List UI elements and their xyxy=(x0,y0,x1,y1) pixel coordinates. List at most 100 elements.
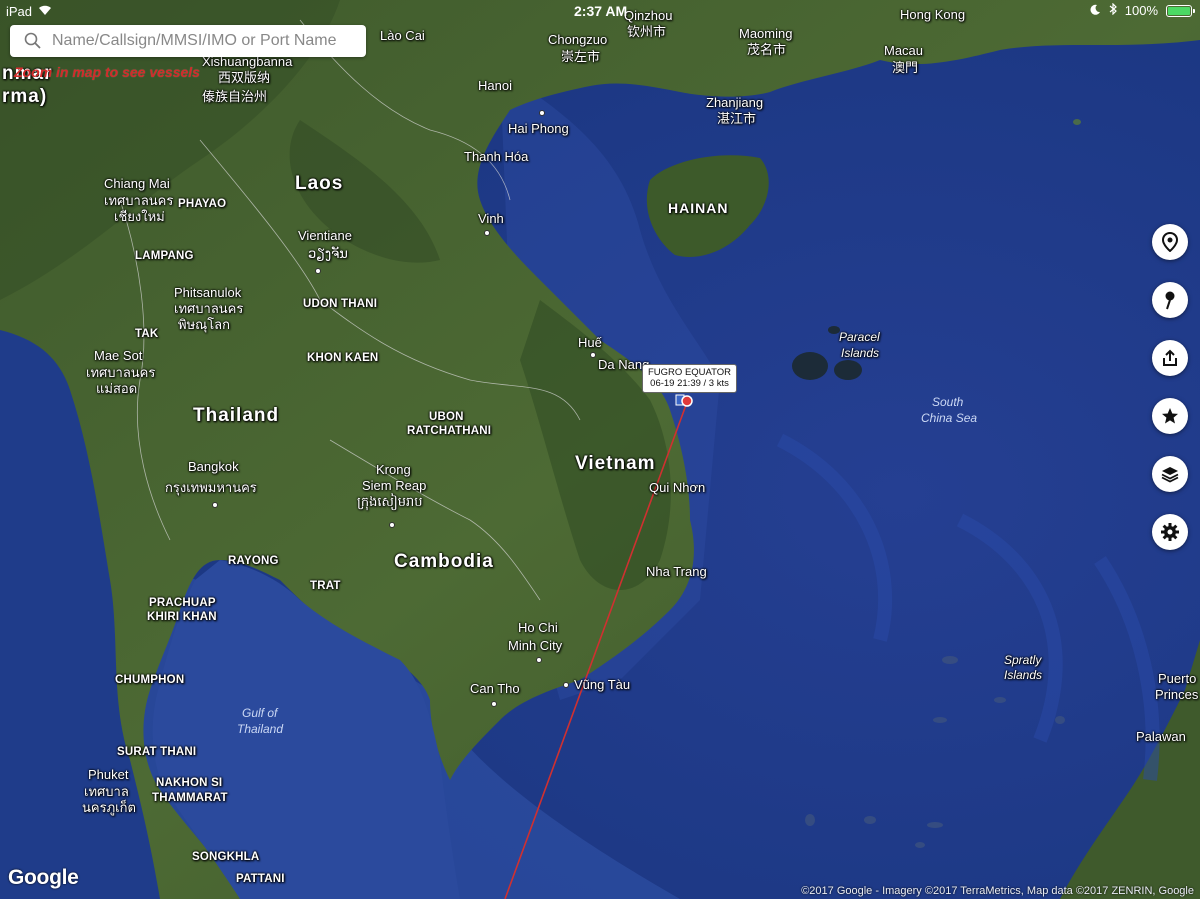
city-label: PHAYAO xyxy=(178,198,227,210)
city-label: Princes xyxy=(1155,687,1199,702)
city-dot xyxy=(539,110,545,116)
wifi-icon xyxy=(38,4,52,19)
map-imagery xyxy=(0,0,1200,899)
city-label: นครภูเก็ต xyxy=(82,800,136,815)
country-label-myanmar-2: rma) xyxy=(2,86,48,107)
island-label: Islands xyxy=(1004,668,1043,682)
city-label: เชียงใหม่ xyxy=(114,209,165,224)
city-label: Lào Cai xyxy=(380,28,425,43)
city-label: 茂名市 xyxy=(747,42,787,57)
country-label-laos: Laos xyxy=(295,173,344,194)
country-label-cambodia: Cambodia xyxy=(394,551,494,572)
city-label: TRAT xyxy=(310,580,341,592)
battery-icon xyxy=(1166,4,1195,17)
favorites-button[interactable] xyxy=(1152,398,1188,434)
city-label: Mae Sot xyxy=(94,348,143,363)
island-label-hainan: HAINAN xyxy=(668,200,729,216)
city-dot xyxy=(491,701,497,707)
vessel-detail: 06-19 21:39 / 3 kts xyxy=(650,378,729,390)
city-label: Ho Chi xyxy=(518,620,558,635)
city-label: RATCHATHANI xyxy=(407,425,492,437)
drop-pin-button[interactable] xyxy=(1152,282,1188,318)
city-label: Hai Phong xyxy=(508,121,569,136)
city-label: Krong xyxy=(376,462,411,477)
share-icon xyxy=(1163,349,1177,366)
city-dot xyxy=(389,522,395,528)
city-label: Palawan xyxy=(1136,729,1186,744)
city-label: Qui Nhơn xyxy=(649,480,706,495)
city-label: Minh City xyxy=(508,638,563,653)
city-label: Macau xyxy=(884,43,924,58)
city-label: Hanoi xyxy=(478,78,512,93)
city-label: Maoming xyxy=(739,26,793,41)
city-dot xyxy=(484,230,490,236)
city-dot xyxy=(563,682,569,688)
city-label: Puerto xyxy=(1158,671,1197,686)
city-label: 湛江市 xyxy=(717,111,757,126)
city-label: Phitsanulok xyxy=(174,285,242,300)
country-label-vietnam: Vietnam xyxy=(575,453,656,474)
search-input[interactable] xyxy=(50,31,366,51)
city-label: 崇左市 xyxy=(561,49,601,64)
city-label: แม่สอด xyxy=(96,381,138,396)
city-label: Bangkok xyxy=(188,459,239,474)
satellite-map[interactable]: Laos Thailand Cambodia Vietnam nmar rma)… xyxy=(0,0,1200,899)
city-label: พิษณุโลก xyxy=(178,317,231,332)
sea-label: South xyxy=(932,395,964,409)
search-bar[interactable] xyxy=(10,25,366,57)
map-controls xyxy=(1152,224,1188,550)
my-location-button[interactable] xyxy=(1152,224,1188,260)
city-label: Vientiane xyxy=(298,228,352,243)
search-icon xyxy=(24,32,42,50)
city-label: Xishuangbanna xyxy=(202,54,293,69)
city-label: ວຽງຈັນ xyxy=(308,246,348,261)
city-label: UDON THANI xyxy=(303,298,378,310)
city-label: 西双版纳 xyxy=(218,70,271,85)
share-button[interactable] xyxy=(1152,340,1188,376)
city-label: เทศบาล xyxy=(84,784,129,799)
city-label: 钦州市 xyxy=(627,24,667,39)
layers-button[interactable] xyxy=(1152,456,1188,492)
city-label: 澳門 xyxy=(892,60,919,75)
city-label: เทศบาลนคร xyxy=(104,193,174,208)
city-label: Thanh Hóa xyxy=(464,149,529,164)
settings-button[interactable] xyxy=(1152,514,1188,550)
island-label: Islands xyxy=(841,346,880,360)
vessel-name: FUGRO EQUATOR xyxy=(648,367,732,378)
city-label: THAMMARAT xyxy=(152,792,228,804)
city-label: RAYONG xyxy=(228,555,279,567)
city-label: PATTANI xyxy=(236,873,285,885)
island-label: Paracel xyxy=(839,330,880,344)
city-label: 傣族自治州 xyxy=(202,89,268,104)
city-label: UBON xyxy=(429,411,464,423)
vessel-callout[interactable]: FUGRO EQUATOR 06-19 21:39 / 3 kts xyxy=(642,364,738,393)
city-label: Huế xyxy=(578,335,602,350)
star-icon xyxy=(1162,408,1178,424)
sea-label: China Sea xyxy=(921,411,978,425)
gear-icon xyxy=(1161,523,1179,541)
city-label: Phuket xyxy=(88,767,129,782)
city-label: TAK xyxy=(135,328,159,340)
city-dot xyxy=(212,502,218,508)
city-dot xyxy=(536,657,542,663)
bluetooth-icon xyxy=(1109,2,1117,18)
city-label: กรุงเทพมหานคร xyxy=(165,480,257,495)
city-dot xyxy=(590,352,596,358)
city-label: เทศบาลนคร xyxy=(174,301,244,316)
city-label: LAMPANG xyxy=(135,250,194,262)
google-logo: Google xyxy=(8,866,79,889)
layers-icon xyxy=(1161,467,1179,483)
status-time: 2:37 AM xyxy=(574,3,628,19)
status-bar: iPad 2:37 AM 100% xyxy=(0,0,1200,24)
city-label: Vinh xyxy=(478,211,504,226)
sea-label: Gulf of xyxy=(242,706,278,720)
map-copyright: ©2017 Google - Imagery ©2017 TerraMetric… xyxy=(801,885,1194,897)
city-label: Vũng Tàu xyxy=(574,677,631,692)
device-label: iPad xyxy=(6,4,33,19)
location-pin-icon xyxy=(1161,232,1179,252)
island-label: Spratly xyxy=(1004,653,1042,667)
map-pin-icon xyxy=(1165,291,1175,310)
moon-icon xyxy=(1090,3,1101,18)
city-label: เทศบาลนคร xyxy=(86,365,156,380)
city-label: SONGKHLA xyxy=(192,851,260,863)
